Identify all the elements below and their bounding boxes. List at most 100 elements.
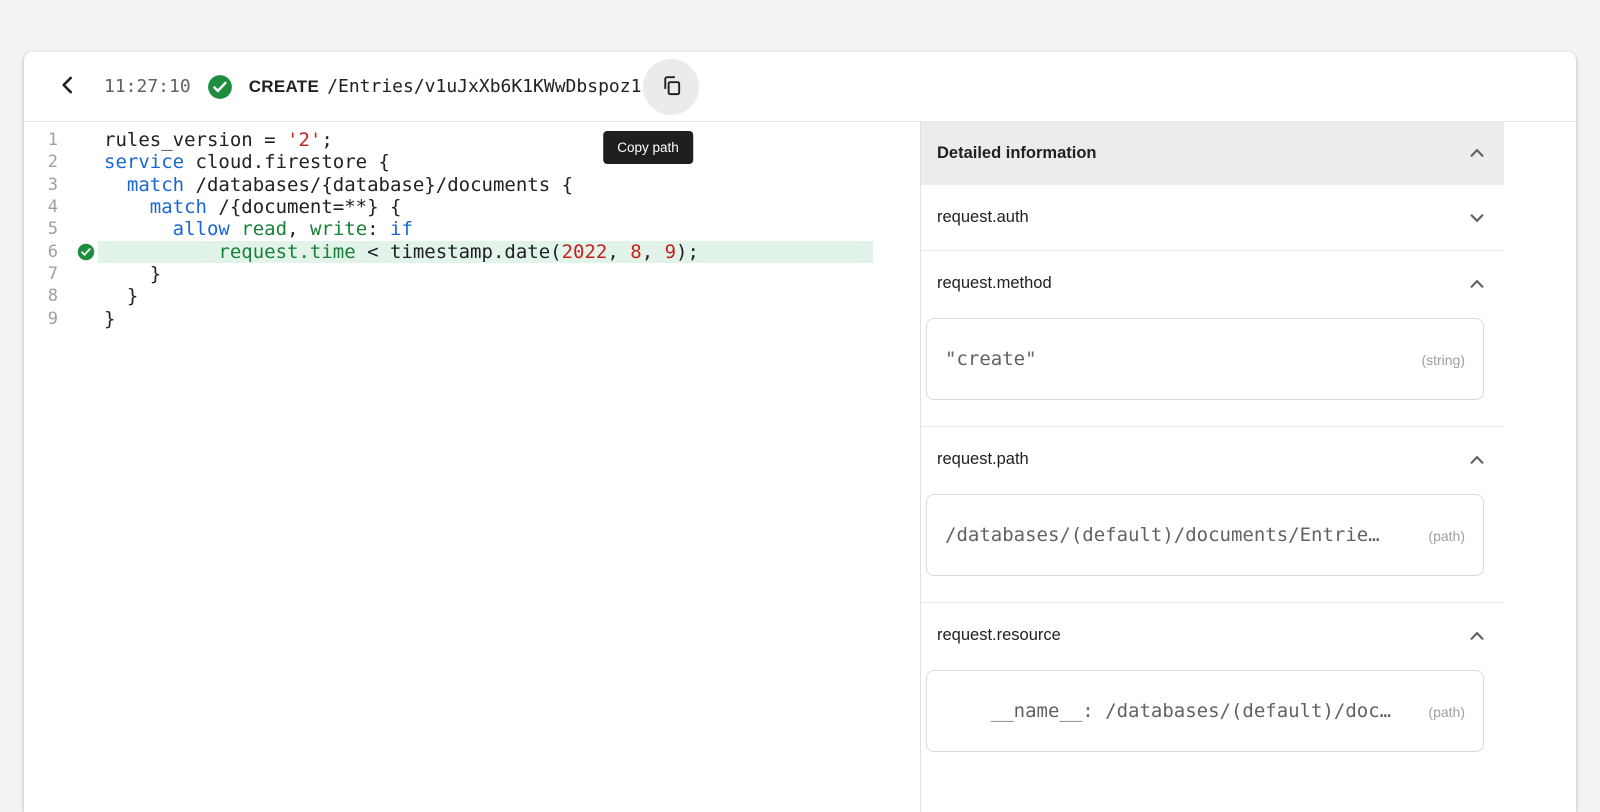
line-number: 5 (24, 219, 58, 239)
value-text: __name__: /databases/(default)/doc… (945, 700, 1424, 722)
code-token: 9 (665, 241, 676, 263)
gutter-marker (74, 220, 98, 238)
arrow-back-icon (55, 72, 81, 101)
chevron-up-icon[interactable] (1464, 447, 1490, 473)
code-token: request.time (218, 241, 355, 263)
rules-editor[interactable]: 1rules_version = '2';2 service cloud.fire… (24, 122, 920, 812)
code-token (104, 196, 150, 218)
code-token: : (367, 218, 390, 240)
code-token: } (104, 285, 138, 307)
code-text: service cloud.firestore { (98, 151, 390, 173)
code-token: cloud.firestore { (184, 151, 390, 173)
gutter-marker (74, 287, 98, 305)
section-row-request.method[interactable]: request.method (921, 250, 1504, 316)
check-circle-icon (207, 74, 233, 100)
request-detail-card: 11:27:10 CREATE /Entries/v1uJxXb6K1KWwDb… (24, 52, 1576, 812)
line-number: 7 (24, 264, 58, 284)
code-token: 8 (630, 241, 641, 263)
code-text: match /{document=**} { (98, 196, 401, 218)
details-title: Detailed information (937, 144, 1097, 163)
code-line-9[interactable]: 9} (24, 307, 920, 329)
code-token: match (150, 196, 207, 218)
code-token: rules_version = (104, 129, 287, 151)
code-token: match (127, 174, 184, 196)
line-number: 3 (24, 175, 58, 195)
copy-path-button[interactable] (643, 59, 699, 115)
detailed-information-panel: Detailed information request.authrequest… (920, 122, 1504, 812)
code-token (104, 241, 218, 263)
chevron-up-icon[interactable] (1464, 140, 1490, 166)
code-text: } (98, 263, 161, 285)
section-row-request.auth[interactable]: request.auth (921, 184, 1504, 250)
section-row-request.path[interactable]: request.path (921, 426, 1504, 492)
request-method-label: CREATE (249, 77, 319, 97)
code-token: 2022 (562, 241, 608, 263)
section-label: request.method (937, 274, 1052, 293)
code-token (104, 174, 127, 196)
code-token: ); (676, 241, 699, 263)
code-token: allow (173, 218, 230, 240)
value-card: __name__: /databases/(default)/doc…(path… (926, 670, 1484, 752)
value-text: "create" (945, 348, 1417, 370)
chevron-up-icon[interactable] (1464, 623, 1490, 649)
gutter-marker (74, 198, 98, 216)
line-number: 2 (24, 152, 58, 172)
code-text: rules_version = '2'; (98, 129, 333, 151)
code-token: < timestamp.date( (356, 241, 562, 263)
code-token: write (310, 218, 367, 240)
code-text: } (98, 308, 115, 330)
line-number: 8 (24, 286, 58, 306)
code-token: } (104, 308, 115, 330)
code-token: , (607, 241, 630, 263)
code-line-1[interactable]: 1rules_version = '2'; (24, 129, 920, 151)
code-token (104, 218, 173, 240)
code-token: , (287, 218, 310, 240)
code-text: match /databases/{database}/documents { (98, 174, 573, 196)
code-line-3[interactable]: 3 match /databases/{database}/documents … (24, 174, 920, 196)
value-type-label: (path) (1428, 528, 1465, 544)
details-header[interactable]: Detailed information (921, 122, 1504, 184)
gutter-marker (74, 310, 98, 328)
code-token: } (104, 263, 161, 285)
gutter-marker (74, 265, 98, 283)
code-token: if (390, 218, 413, 240)
gutter-marker (74, 176, 98, 194)
code-token: service (104, 151, 184, 173)
request-header: 11:27:10 CREATE /Entries/v1uJxXb6K1KWwDb… (24, 52, 1576, 122)
back-button[interactable] (46, 65, 90, 109)
section-label: request.auth (937, 208, 1029, 227)
line-number: 4 (24, 197, 58, 217)
code-line-2[interactable]: 2 service cloud.firestore { (24, 151, 920, 173)
section-label: request.resource (937, 626, 1061, 645)
chevron-down-icon[interactable] (1464, 205, 1490, 231)
code-line-5[interactable]: 5 allow read, write: if (24, 218, 920, 240)
gutter-marker (74, 153, 98, 171)
code-token: ; (321, 129, 332, 151)
section-label: request.path (937, 450, 1029, 469)
code-text: request.time < timestamp.date(2022, 8, 9… (98, 241, 873, 263)
details-sections: request.auth request.method "create"(strin… (921, 184, 1504, 752)
code-token: /{document=**} { (207, 196, 401, 218)
request-path-label: /Entries/v1uJxXb6K1KWwDbspoz1 (327, 76, 641, 97)
line-number: 6 (24, 242, 58, 262)
gutter-marker (74, 131, 98, 149)
request-timestamp: 11:27:10 (104, 76, 191, 97)
code-line-4[interactable]: 4 match /{document=**} { (24, 196, 920, 218)
section-row-request.resource[interactable]: request.resource (921, 602, 1504, 668)
value-card: /databases/(default)/documents/Entrie…(p… (926, 494, 1484, 576)
code-token: read (241, 218, 287, 240)
code-token: /databases/{database}/documents { (184, 174, 573, 196)
code-line-8[interactable]: 8 } (24, 285, 920, 307)
chevron-up-icon[interactable] (1464, 271, 1490, 297)
code-line-6[interactable]: 6 request.time < timestamp.date(2022, 8,… (24, 240, 920, 262)
check-circle-icon (74, 243, 98, 261)
code-text: } (98, 285, 138, 307)
code-line-7[interactable]: 7 } (24, 263, 920, 285)
value-card: "create"(string) (926, 318, 1484, 400)
code-token (230, 218, 241, 240)
code-token: '2' (287, 129, 321, 151)
code-text: allow read, write: if (98, 218, 413, 240)
copy-icon (660, 74, 683, 100)
copy-path-tooltip: Copy path (603, 131, 693, 164)
value-type-label: (path) (1428, 704, 1465, 720)
